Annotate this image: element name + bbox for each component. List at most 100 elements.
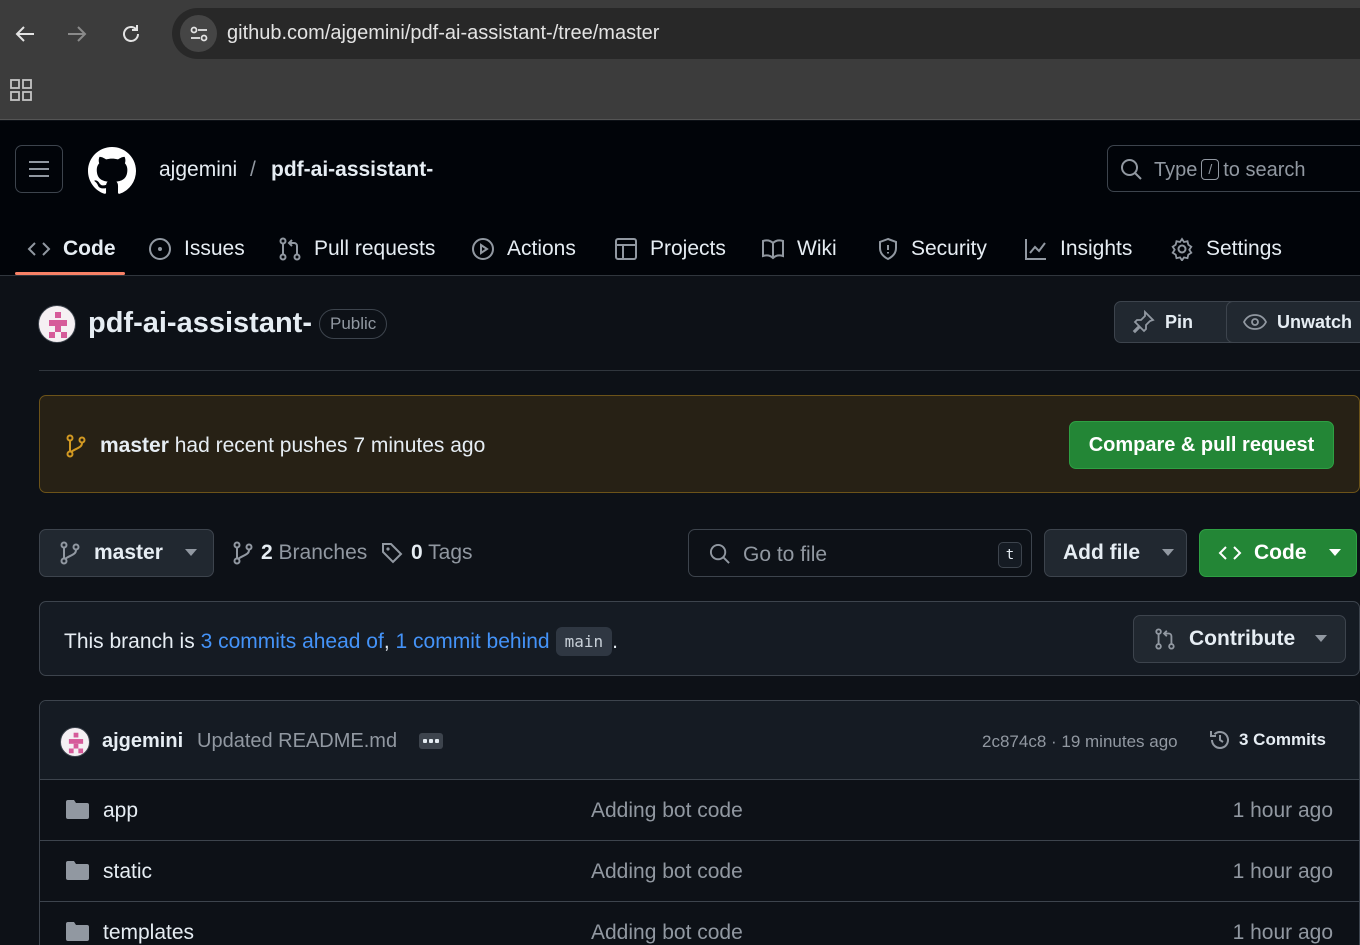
file-updated-time: 1 hour ago [1232,799,1333,822]
tab-pull-requests-label: Pull requests [314,236,436,260]
tab-security[interactable]: Security [877,221,987,276]
tab-actions-label: Actions [507,236,576,260]
folder-icon [66,861,89,880]
branch-icon [233,541,253,565]
comparison-prefix: This branch is [64,629,195,653]
comparison-period: . [612,629,618,653]
search-input[interactable]: Type / to search [1107,145,1360,192]
tab-insights[interactable]: Insights [1024,221,1132,276]
go-to-file-input[interactable]: Go to file t [688,529,1032,577]
tags-count: 0 [411,541,423,564]
active-tab-indicator [15,272,125,275]
file-row[interactable]: app Adding bot code 1 hour ago [40,780,1359,841]
branch-icon [60,541,80,565]
file-commit-message[interactable]: Adding bot code [591,799,743,823]
tab-wiki[interactable]: Wiki [761,221,837,276]
branches-link[interactable]: 2 Branches [233,541,367,565]
commit-hash-time[interactable]: 2c874c8 · 19 minutes ago [982,732,1178,752]
go-to-file-placeholder: Go to file [743,543,828,566]
play-icon [472,237,494,260]
github-logo[interactable] [88,147,136,195]
gear-icon [1171,236,1193,261]
chevron-down-icon [1162,549,1174,556]
contribute-button[interactable]: Contribute [1133,615,1346,663]
tab-pull-requests[interactable]: Pull requests [278,221,435,276]
tags-label: Tags [428,541,473,564]
chevron-down-icon [184,549,197,556]
push-message: master had recent pushes 7 minutes ago [100,434,485,458]
recent-push-banner: master had recent pushes 7 minutes ago C… [39,395,1360,493]
breadcrumb-separator: / [250,158,256,181]
file-commit-message[interactable]: Adding bot code [591,860,743,884]
file-row[interactable]: static Adding bot code 1 hour ago [40,841,1359,902]
tab-projects[interactable]: Projects [614,221,726,276]
breadcrumb-repo[interactable]: pdf-ai-assistant- [271,158,433,182]
branches-count: 2 [261,541,273,564]
site-info-button[interactable] [180,15,217,52]
section-divider [39,370,1360,371]
global-menu-button[interactable] [15,145,63,193]
arrow-right-icon [68,26,87,42]
url-text[interactable]: github.com/ajgemini/pdf-ai-assistant-/tr… [227,22,659,45]
file-row[interactable]: templates Adding bot code 1 hour ago [40,902,1359,945]
apps-button[interactable] [9,78,33,102]
eye-icon [1243,314,1267,330]
commits-behind-link[interactable]: 1 commit behind [396,630,550,654]
latest-commit-bar: ajgemini Updated README.md 2c874c8 · 19 … [40,701,1359,780]
file-name[interactable]: templates [103,921,194,945]
back-button[interactable] [9,18,41,50]
branch-icon [66,434,86,458]
branches-label: Branches [278,541,368,564]
file-name[interactable]: app [103,799,138,823]
reload-button[interactable] [115,18,147,50]
address-bar[interactable]: github.com/ajgemini/pdf-ai-assistant-/tr… [172,8,1360,59]
tab-code[interactable]: Code [27,221,116,276]
add-file-button[interactable]: Add file [1044,529,1187,577]
forward-button[interactable] [61,18,93,50]
tab-actions[interactable]: Actions [471,221,576,276]
commits-count-label: 3 Commits [1239,730,1326,749]
hamburger-icon [29,161,49,177]
push-text: had recent pushes 7 minutes ago [174,434,486,457]
tags-link[interactable]: 0 Tags [381,541,473,565]
github-header: ajgemini / pdf-ai-assistant- Type / to sea… [0,121,1360,276]
branch-select-button[interactable]: master [39,529,214,577]
breadcrumb-owner[interactable]: ajgemini [159,158,237,182]
pin-button[interactable]: Pin [1114,301,1242,343]
tab-settings[interactable]: Settings [1170,221,1282,276]
history-icon [1210,731,1229,749]
code-dropdown-button[interactable]: Code [1199,529,1357,577]
commit-message[interactable]: Updated README.md [197,730,397,753]
commit-details-button[interactable] [419,733,443,749]
search-suffix: to search [1223,159,1306,181]
pull-request-icon [1155,628,1175,650]
visibility-badge: Public [319,309,388,339]
apps-grid-icon [10,79,32,101]
commit-author[interactable]: ajgemini [102,730,183,753]
base-branch-label: main [555,627,613,656]
owner-avatar[interactable] [38,305,76,343]
contribute-label: Contribute [1189,627,1296,650]
file-name[interactable]: static [103,860,152,884]
chevron-down-icon [1315,635,1328,642]
pull-request-icon [279,237,301,260]
add-file-label: Add file [1063,541,1140,564]
commits-ahead-link[interactable]: 3 commits ahead of [201,630,384,654]
tune-icon [190,26,207,41]
compare-pull-request-button[interactable]: Compare & pull request [1069,421,1334,469]
commits-history-link[interactable]: 3 Commits [1208,728,1326,752]
commit-author-avatar[interactable] [60,727,90,757]
repo-nav-tabs: Code Issues Pull requests Actions Projec… [0,221,1360,276]
file-commit-message[interactable]: Adding bot code [591,921,743,945]
unwatch-button[interactable]: Unwatch [1226,301,1360,343]
folder-icon [66,922,89,941]
repo-title[interactable]: pdf-ai-assistant- [88,307,312,340]
code-icon [1218,546,1242,560]
identicon-image [49,312,67,338]
search-shortcut-key: / [1201,159,1220,180]
tab-issues[interactable]: Issues [148,221,245,276]
tab-issues-label: Issues [184,236,245,260]
tab-code-label: Code [63,236,116,260]
tag-icon [382,543,403,564]
push-branch-name[interactable]: master [100,434,169,457]
